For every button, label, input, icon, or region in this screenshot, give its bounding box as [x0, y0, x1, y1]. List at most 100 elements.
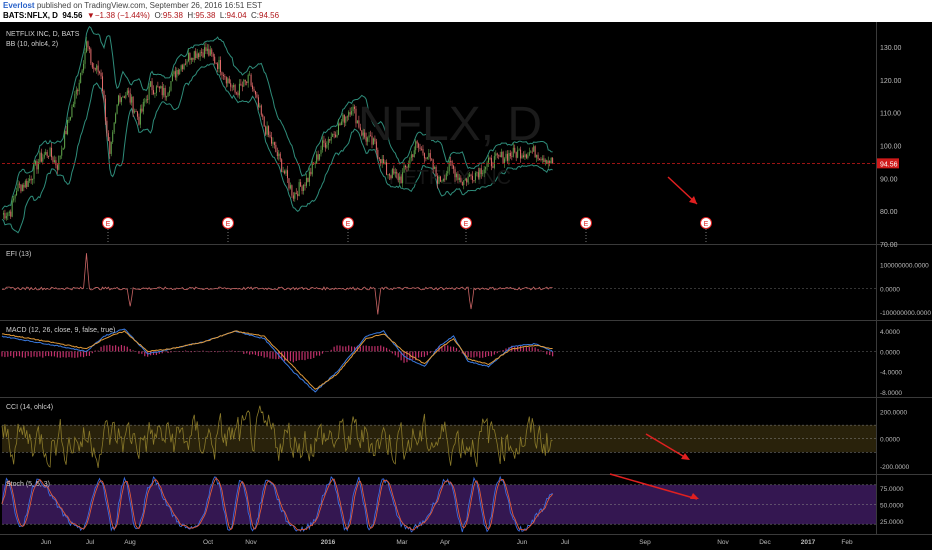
candle-body [112, 132, 114, 143]
candle-body [288, 178, 290, 189]
candle-body [297, 193, 299, 197]
candle-body [422, 148, 424, 154]
candle-body [534, 146, 536, 158]
macd-histogram-bar [549, 351, 551, 356]
candle-body [195, 51, 197, 59]
candle-body [224, 76, 226, 78]
candle-body [10, 211, 12, 217]
publish-line: Everlost published on TradingView.com, S… [3, 1, 262, 10]
candle-body [125, 94, 127, 98]
candle-body [202, 52, 204, 58]
candle-body [96, 65, 98, 70]
time-tick-label: Dec [759, 539, 771, 546]
chart-canvas[interactable]: NFLX, DNETFLIX INC94.56130.00120.00110.0… [0, 22, 932, 550]
macd-histogram-bar [170, 351, 172, 353]
time-tick-label: Sep [639, 539, 651, 546]
candle-body [110, 142, 112, 154]
macd-histogram-bar [450, 346, 452, 352]
macd-histogram-bar [476, 351, 478, 357]
price-tick-label: 120.00 [880, 78, 902, 85]
candle-body [404, 165, 407, 168]
macd-histogram-bar [298, 351, 300, 361]
candle-body [42, 157, 44, 162]
candle-body [490, 157, 492, 167]
macd-histogram-bar [33, 351, 35, 357]
author-link[interactable]: Everlost [3, 1, 35, 10]
candle-body [413, 150, 415, 157]
macd-histogram-bar [473, 351, 475, 358]
candle-body [147, 99, 149, 100]
candle-body [113, 122, 115, 133]
time-tick-label: 2016 [321, 539, 336, 546]
candle-body [217, 63, 219, 69]
macd-histogram-bar [327, 351, 329, 352]
candle-body [150, 81, 152, 87]
candle-body [466, 178, 468, 183]
candle-body [455, 173, 457, 178]
candle-body [504, 158, 506, 163]
candle-body [340, 121, 342, 126]
macd-histogram-bar [216, 351, 219, 353]
macd-histogram-bar [432, 351, 434, 352]
candle-body [432, 159, 434, 170]
macd-histogram-bar [219, 351, 222, 352]
bb-indicator-label: BB (10, ohlc4, 2) [6, 41, 58, 48]
macd-histogram-bar [249, 351, 251, 355]
candle-body [438, 176, 440, 184]
macd-histogram-bar [385, 347, 388, 352]
candle-body [131, 96, 133, 103]
cci-tick-label: 0.0000 [880, 437, 900, 444]
candle-body [521, 155, 523, 159]
price-change: ▼−1.38 (−1.44%) [86, 11, 150, 20]
macd-histogram-bar [336, 345, 338, 352]
macd-histogram-bar [42, 351, 44, 358]
macd-histogram-bar [234, 351, 236, 353]
macd-histogram-bar [348, 345, 350, 352]
candle-body [502, 151, 504, 163]
candle-body [152, 90, 155, 94]
candle-body [253, 89, 255, 91]
candle-body [244, 79, 246, 82]
candle-body [205, 47, 207, 51]
candle-body [386, 162, 388, 175]
publish-info: published on TradingView.com, September … [36, 1, 263, 10]
candle-body [77, 89, 79, 92]
low-value: 94.04 [226, 11, 247, 20]
candle-body [496, 153, 498, 155]
candle-body [180, 65, 182, 70]
candle-body [171, 74, 173, 81]
candle-body [211, 49, 213, 54]
candle-body [319, 154, 321, 160]
candle-body [480, 168, 482, 175]
macd-histogram-bar [388, 349, 391, 352]
macd-histogram-bar [184, 350, 187, 352]
candle-body [391, 168, 393, 179]
macd-histogram-bar [502, 350, 504, 352]
macd-histogram-bar [301, 351, 303, 360]
macd-histogram-bar [397, 351, 399, 358]
cci-pane-title: CCI (14, ohlc4) [6, 404, 53, 411]
macd-histogram-bar [196, 350, 198, 352]
candle-body [192, 57, 194, 60]
macd-histogram-bar [68, 351, 70, 358]
candle-body [426, 156, 428, 159]
symbol-label: BATS:NFLX, D [3, 11, 58, 20]
candle-body [40, 152, 42, 162]
candle-body [52, 157, 54, 163]
candle-body [262, 114, 264, 117]
macd-histogram-bar [537, 348, 539, 352]
price-tick-label: 110.00 [880, 111, 901, 118]
candle-body [263, 116, 265, 127]
macd-histogram-bar [383, 346, 385, 352]
candle-body [428, 153, 430, 157]
macd-histogram-bar [391, 351, 393, 354]
macd-histogram-bar [318, 351, 321, 356]
candle-body [539, 159, 541, 160]
macd-histogram-bar [289, 351, 292, 362]
macd-histogram-bar [377, 345, 379, 352]
candle-body [359, 127, 361, 131]
candle-body [198, 53, 200, 58]
candle-body [345, 116, 347, 123]
macd-histogram-bar [514, 346, 516, 352]
candle-body [32, 178, 34, 181]
